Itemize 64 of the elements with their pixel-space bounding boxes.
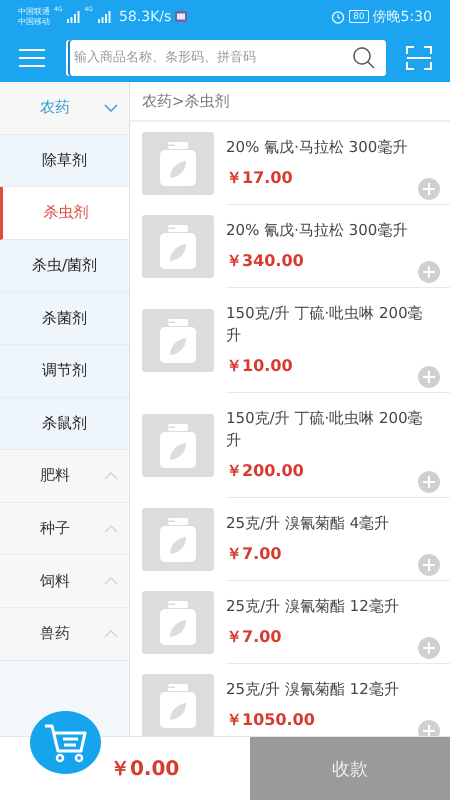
product-image-icon xyxy=(142,508,214,571)
add-button[interactable] xyxy=(418,637,440,659)
carrier-name: 中国移动 xyxy=(18,16,50,26)
plus-icon xyxy=(422,641,436,655)
search-icon[interactable] xyxy=(352,46,376,70)
subcategory-item[interactable]: 杀鼠剂 xyxy=(0,398,129,450)
plus-icon xyxy=(422,475,436,489)
book-icon xyxy=(175,11,188,22)
product-image-icon xyxy=(142,309,214,372)
category-item[interactable]: 种子 xyxy=(0,502,129,556)
subcategory-item[interactable]: 杀虫剂 xyxy=(0,187,129,240)
product-name: 25克/升 溴氰菊酯 4毫升 xyxy=(226,513,390,534)
add-button[interactable] xyxy=(418,261,440,283)
product-name: 150克/升 丁硫·吡虫啉 200毫升 xyxy=(226,303,424,346)
alarm-icon xyxy=(331,10,346,24)
product-name: 20% 氰戊·马拉松 300毫升 xyxy=(226,220,408,241)
signal-icon xyxy=(66,10,80,22)
add-button[interactable] xyxy=(418,178,440,200)
subcategory-item[interactable]: 杀菌剂 xyxy=(0,292,129,345)
subcategory-item[interactable]: 调节剂 xyxy=(0,344,129,398)
clock-time: 傍晚5:30 xyxy=(372,8,432,26)
carrier-name: 中国联通 xyxy=(18,6,50,16)
add-button[interactable] xyxy=(418,554,440,576)
battery-level: 80 xyxy=(349,10,369,23)
product-image-icon xyxy=(142,215,214,278)
breadcrumb: 农药>杀虫剂 xyxy=(130,82,450,122)
product-name: 150克/升 丁硫·吡虫啉 200毫升 xyxy=(226,408,424,451)
plus-icon xyxy=(422,370,436,384)
plus-icon xyxy=(422,558,436,572)
category-item[interactable]: 饲料 xyxy=(0,555,129,608)
signal-icon xyxy=(96,10,111,22)
cart-icon xyxy=(42,722,88,762)
product-price: ￥340.00 xyxy=(226,250,304,272)
scan-icon[interactable] xyxy=(406,46,432,70)
product-image-icon xyxy=(142,132,214,195)
product-name: 20% 氰戊·马拉松 300毫升 xyxy=(226,137,408,158)
subcategory-item[interactable]: 除草剂 xyxy=(0,134,129,188)
add-button[interactable] xyxy=(418,471,440,493)
network-speed: 58.3K/s xyxy=(118,8,172,24)
chevron-icon xyxy=(103,470,119,481)
chevron-icon xyxy=(103,102,119,113)
product-price: ￥17.00 xyxy=(226,167,293,189)
product-name: 25克/升 溴氰菊酯 12毫升 xyxy=(226,679,400,700)
chevron-icon xyxy=(103,524,119,534)
product-price: ￥7.00 xyxy=(226,626,282,648)
category-item[interactable]: 兽药 xyxy=(0,608,129,661)
plus-icon xyxy=(422,265,436,279)
chevron-icon xyxy=(103,576,119,586)
product-price: ￥7.00 xyxy=(226,543,282,565)
cart-total: ￥0.00 xyxy=(110,755,180,782)
product-price: ￥10.00 xyxy=(226,355,293,377)
category-item[interactable]: 肥料 xyxy=(0,450,129,503)
chevron-icon xyxy=(103,628,119,639)
product-image-icon xyxy=(142,591,214,654)
plus-icon xyxy=(422,182,436,196)
menu-icon[interactable] xyxy=(18,48,46,68)
add-button[interactable] xyxy=(418,366,440,388)
add-button[interactable] xyxy=(418,720,440,736)
product-price: ￥1050.00 xyxy=(226,709,315,731)
product-name: 25克/升 溴氰菊酯 12毫升 xyxy=(226,596,400,617)
subcategory-item[interactable]: 杀虫/菌剂 xyxy=(0,240,129,292)
search-field[interactable]: 输入商品名称、条形码、拼音码 xyxy=(66,40,386,76)
product-price: ￥200.00 xyxy=(226,460,304,482)
product-image-icon xyxy=(142,414,214,477)
